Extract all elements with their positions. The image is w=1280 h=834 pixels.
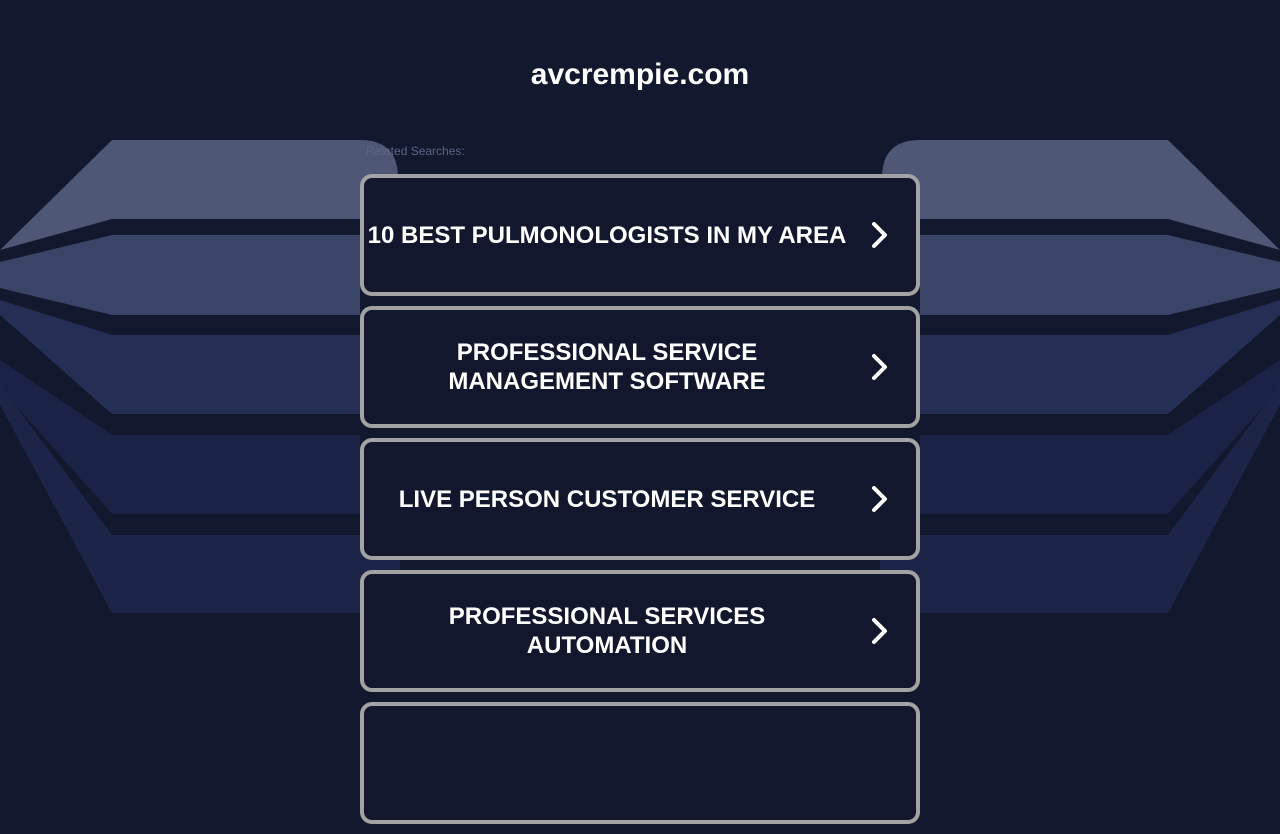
chevron-right-icon bbox=[872, 354, 887, 380]
related-link[interactable] bbox=[360, 702, 920, 824]
related-searches-label: Related Searches: bbox=[366, 144, 465, 158]
related-link[interactable]: PROFESSIONAL SERVICES AUTOMATION bbox=[360, 570, 920, 692]
related-link[interactable]: LIVE PERSON CUSTOMER SERVICE bbox=[360, 438, 920, 560]
site-title: avcrempie.com bbox=[530, 58, 750, 91]
related-links-list: 10 BEST PULMONOLOGISTS IN MY AREA PROFES… bbox=[360, 174, 920, 834]
chevron-right-icon bbox=[872, 618, 887, 644]
chevron-right-icon bbox=[872, 486, 887, 512]
related-link-label: PROFESSIONAL SERVICES AUTOMATION bbox=[448, 603, 766, 659]
related-link-label: PROFESSIONAL SERVICE MANAGEMENT SOFTWARE bbox=[448, 339, 766, 395]
related-link-label: LIVE PERSON CUSTOMER SERVICE bbox=[398, 485, 816, 513]
related-link[interactable]: PROFESSIONAL SERVICE MANAGEMENT SOFTWARE bbox=[360, 306, 920, 428]
related-link-label: 10 BEST PULMONOLOGISTS IN MY AREA bbox=[367, 221, 847, 249]
related-link[interactable]: 10 BEST PULMONOLOGISTS IN MY AREA bbox=[360, 174, 920, 296]
chevron-right-icon bbox=[872, 222, 887, 248]
